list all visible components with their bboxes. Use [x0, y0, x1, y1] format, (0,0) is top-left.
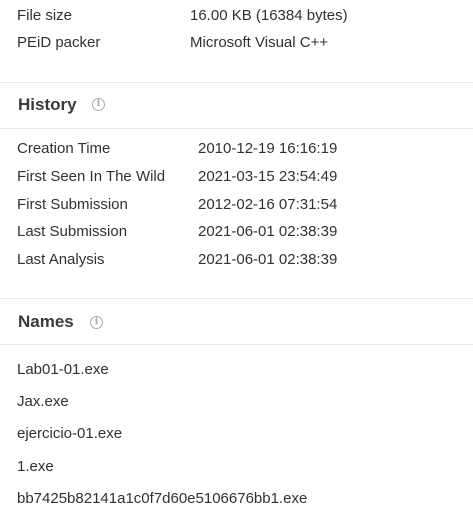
property-label: PEiD packer	[17, 34, 101, 51]
list-item: ejercicio-01.exe	[17, 425, 123, 442]
history-value: 2012-02-16 07:31:54	[198, 196, 338, 213]
list-item: 1.exe	[17, 458, 54, 475]
info-icon[interactable]: i	[92, 98, 105, 111]
property-label: File size	[17, 7, 73, 24]
history-label: Last Submission	[17, 223, 128, 240]
history-section-title: History	[18, 95, 77, 114]
history-value: 2010-12-19 16:16:19	[198, 140, 338, 157]
property-value: 16.00 KB (16384 bytes)	[190, 7, 348, 24]
list-item: Jax.exe	[17, 393, 69, 410]
history-value: 2021-06-01 02:38:39	[198, 223, 338, 240]
section-divider	[0, 344, 473, 345]
info-icon[interactable]: i	[90, 316, 103, 329]
property-value: Microsoft Visual C++	[190, 34, 329, 51]
file-details-panel: File size 16.00 KB (16384 bytes) PEiD pa…	[0, 0, 473, 521]
history-label: First Seen In The Wild	[17, 168, 166, 185]
section-divider	[0, 298, 473, 299]
names-section-title: Names	[18, 312, 74, 331]
list-item: Lab01-01.exe	[17, 361, 109, 378]
history-label: Last Analysis	[17, 251, 105, 268]
section-divider	[0, 128, 473, 129]
history-value: 2021-03-15 23:54:49	[198, 168, 338, 185]
list-item: bb7425b82141a1c0f7d60e5106676bb1.exe	[17, 490, 308, 507]
history-value: 2021-06-01 02:38:39	[198, 251, 338, 268]
history-label: Creation Time	[17, 140, 111, 157]
section-divider	[0, 82, 473, 83]
history-label: First Submission	[17, 196, 128, 213]
